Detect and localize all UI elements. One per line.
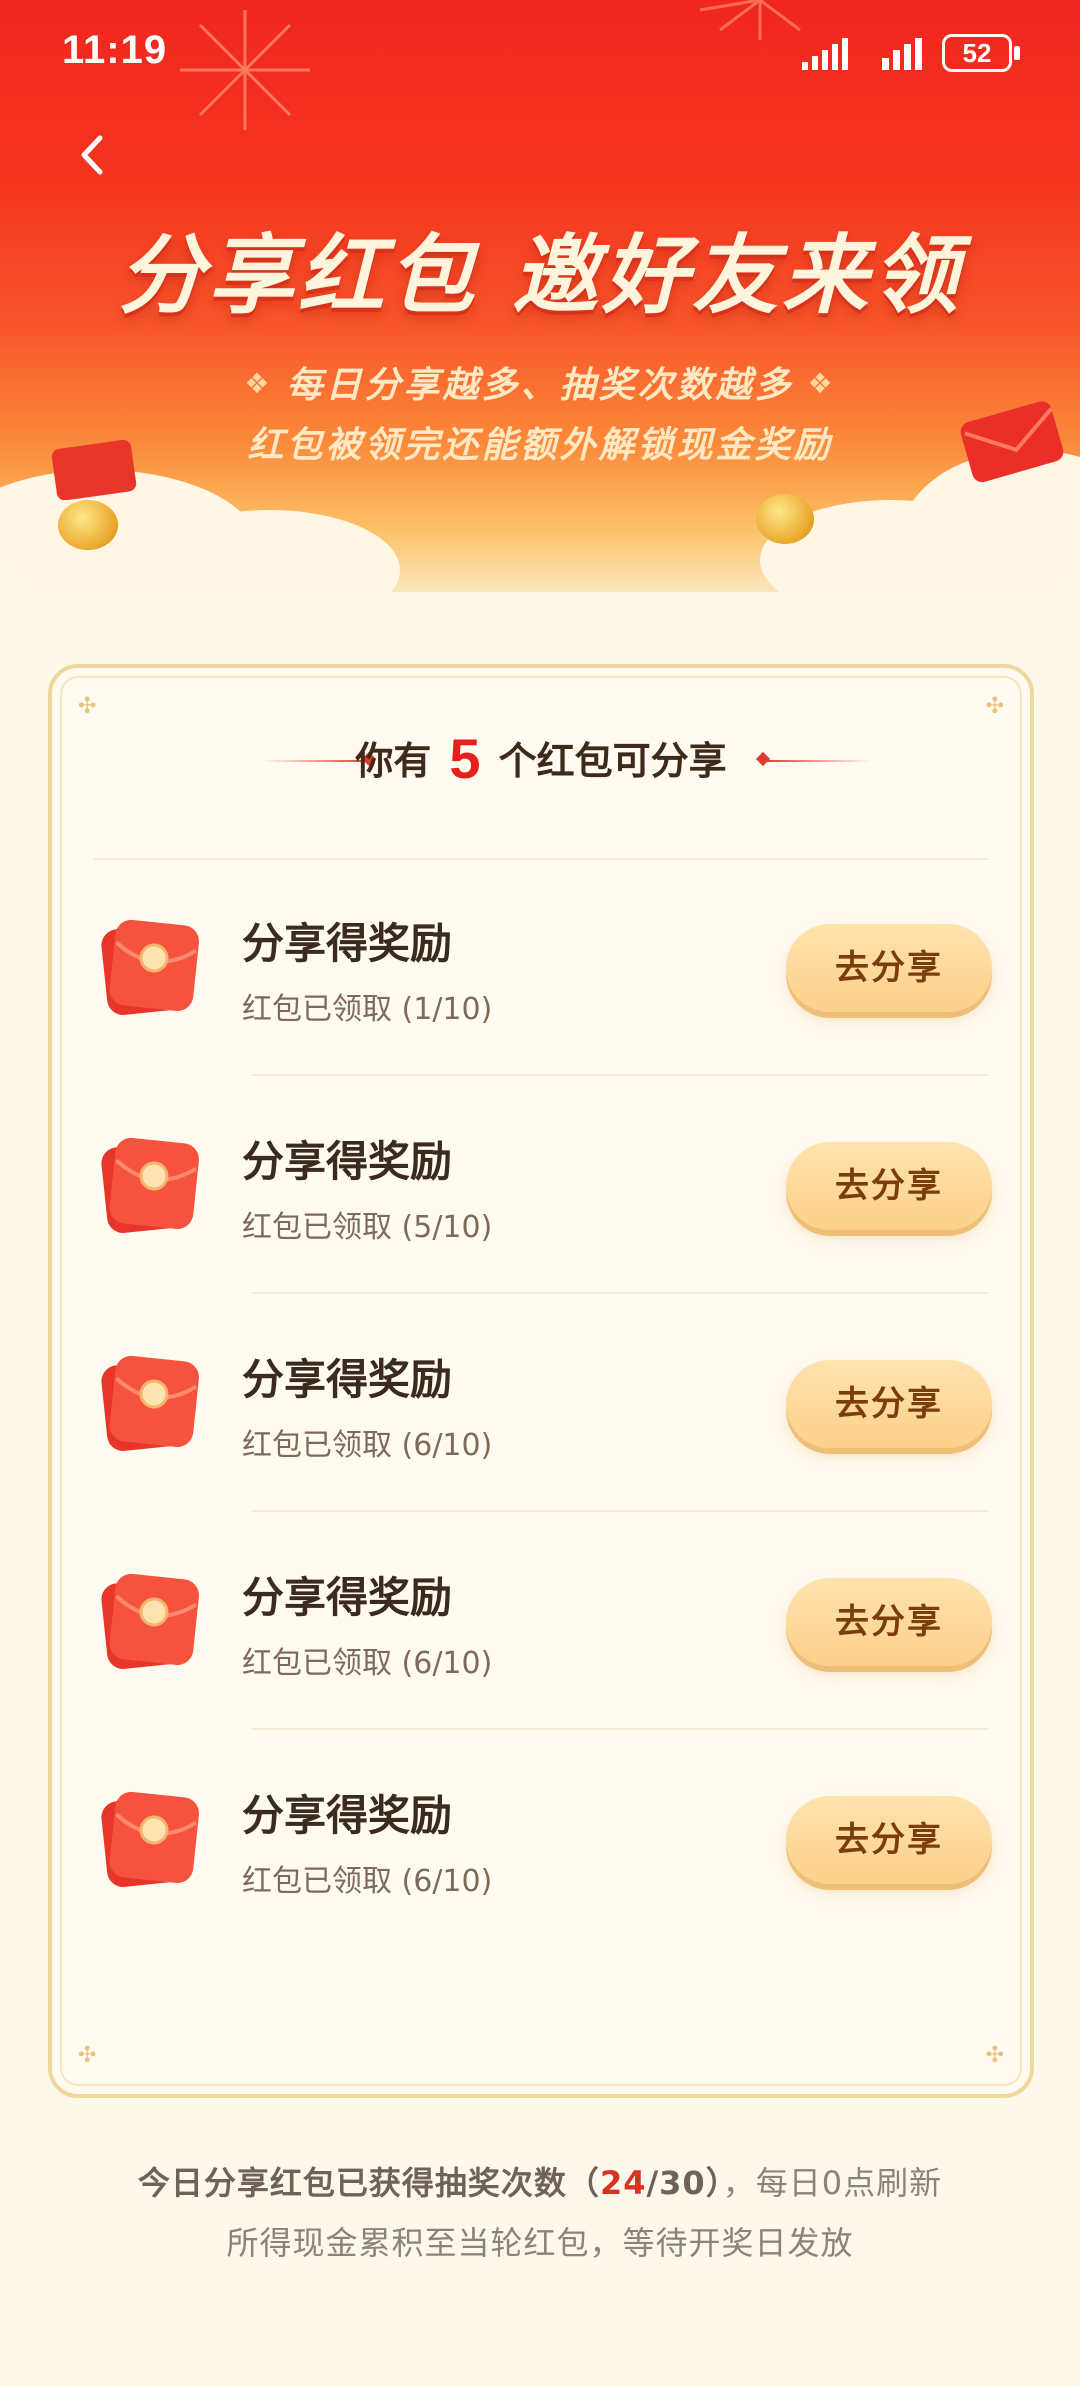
share-button[interactable]: 去分享 (786, 1360, 992, 1448)
item-title: 分享得奖励 (242, 1137, 453, 1186)
red-envelope-icon (101, 919, 199, 1015)
red-envelope-icon (101, 1355, 199, 1451)
draw-total: /30） (646, 2164, 723, 2202)
signal-icon (802, 38, 848, 70)
hero-banner: 11:19 52 分享红包 邀好友来领 ❖ 每日分享越多、抽奖次数越多 ❖ 红包被领… (0, 0, 1080, 592)
hero-subtitle-1: ❖ 每日分享越多、抽奖次数越多 ❖ (0, 356, 1080, 408)
item-title: 分享得奖励 (242, 919, 453, 968)
back-arrow-icon[interactable] (68, 130, 118, 180)
list-item: 分享得奖励 红包已领取 (6/10) 去分享 (52, 1730, 1030, 1948)
footer-draw-count: 今日分享红包已获得抽奖次数（24/30），每日0点刷新 (0, 2158, 1080, 2204)
status-time: 11:19 (62, 28, 168, 72)
item-status: 红包已领取 (6/10) (242, 1428, 493, 1463)
footer-prefix: 今日分享红包已获得抽奖次数（ (137, 2164, 600, 2202)
corner-ornament-icon: ✣ (78, 694, 97, 719)
hero-subtitle-1-text: 每日分享越多、抽奖次数越多 (286, 365, 794, 406)
corner-ornament-icon: ✣ (78, 2043, 97, 2068)
battery-tip (1014, 46, 1020, 60)
sparkle-icon: ❖ (807, 367, 836, 400)
red-envelope-icon (101, 1137, 199, 1233)
list-item: 分享得奖励 红包已领取 (6/10) 去分享 (52, 1512, 1030, 1730)
red-envelope-icon (101, 1791, 199, 1887)
heading-suffix: 个红包可分享 (498, 739, 727, 783)
hero-subtitle-2: 红包被领完还能额外解锁现金奖励 (247, 425, 833, 466)
draw-count: 24 (599, 2164, 647, 2202)
coin-decoration (756, 494, 814, 544)
footer-cash-note: 所得现金累积至当轮红包，等待开奖日发放 (226, 2224, 854, 2262)
share-card: ✣ ✣ ✣ ✣ 你有 5 个红包可分享 分享得奖励 红包已领取 (1/10) 去分享… (48, 664, 1034, 2098)
item-status: 红包已领取 (5/10) (242, 1210, 493, 1245)
hero-title: 分享红包 邀好友来领 (118, 226, 962, 326)
corner-ornament-icon: ✣ (985, 2043, 1004, 2068)
footer-refresh-note: ，每日0点刷新 (722, 2164, 943, 2202)
envelope-count: 5 (449, 727, 481, 790)
item-status: 红包已领取 (6/10) (242, 1864, 493, 1899)
coin-decoration (58, 500, 118, 550)
heading-prefix: 你有 (355, 739, 432, 783)
battery-indicator: 52 (942, 34, 1012, 72)
corner-ornament-icon: ✣ (985, 694, 1004, 719)
list-item: 分享得奖励 红包已领取 (1/10) 去分享 (52, 858, 1030, 1076)
item-title: 分享得奖励 (242, 1355, 453, 1404)
sparkle-icon: ❖ (244, 367, 273, 400)
status-bar: 11:19 52 (0, 0, 1080, 110)
share-button[interactable]: 去分享 (786, 1796, 992, 1884)
share-button[interactable]: 去分享 (786, 924, 992, 1012)
item-status: 红包已领取 (6/10) (242, 1646, 493, 1681)
item-title: 分享得奖励 (242, 1573, 453, 1622)
share-button[interactable]: 去分享 (786, 1578, 992, 1666)
item-title: 分享得奖励 (242, 1791, 453, 1840)
card-heading: 你有 5 个红包可分享 (52, 726, 1030, 791)
list-item: 分享得奖励 红包已领取 (5/10) 去分享 (52, 1076, 1030, 1294)
list-item: 分享得奖励 红包已领取 (6/10) 去分享 (52, 1294, 1030, 1512)
red-envelope-icon (101, 1573, 199, 1669)
signal-icon (882, 38, 922, 70)
item-status: 红包已领取 (1/10) (242, 992, 493, 1027)
share-button[interactable]: 去分享 (786, 1142, 992, 1230)
